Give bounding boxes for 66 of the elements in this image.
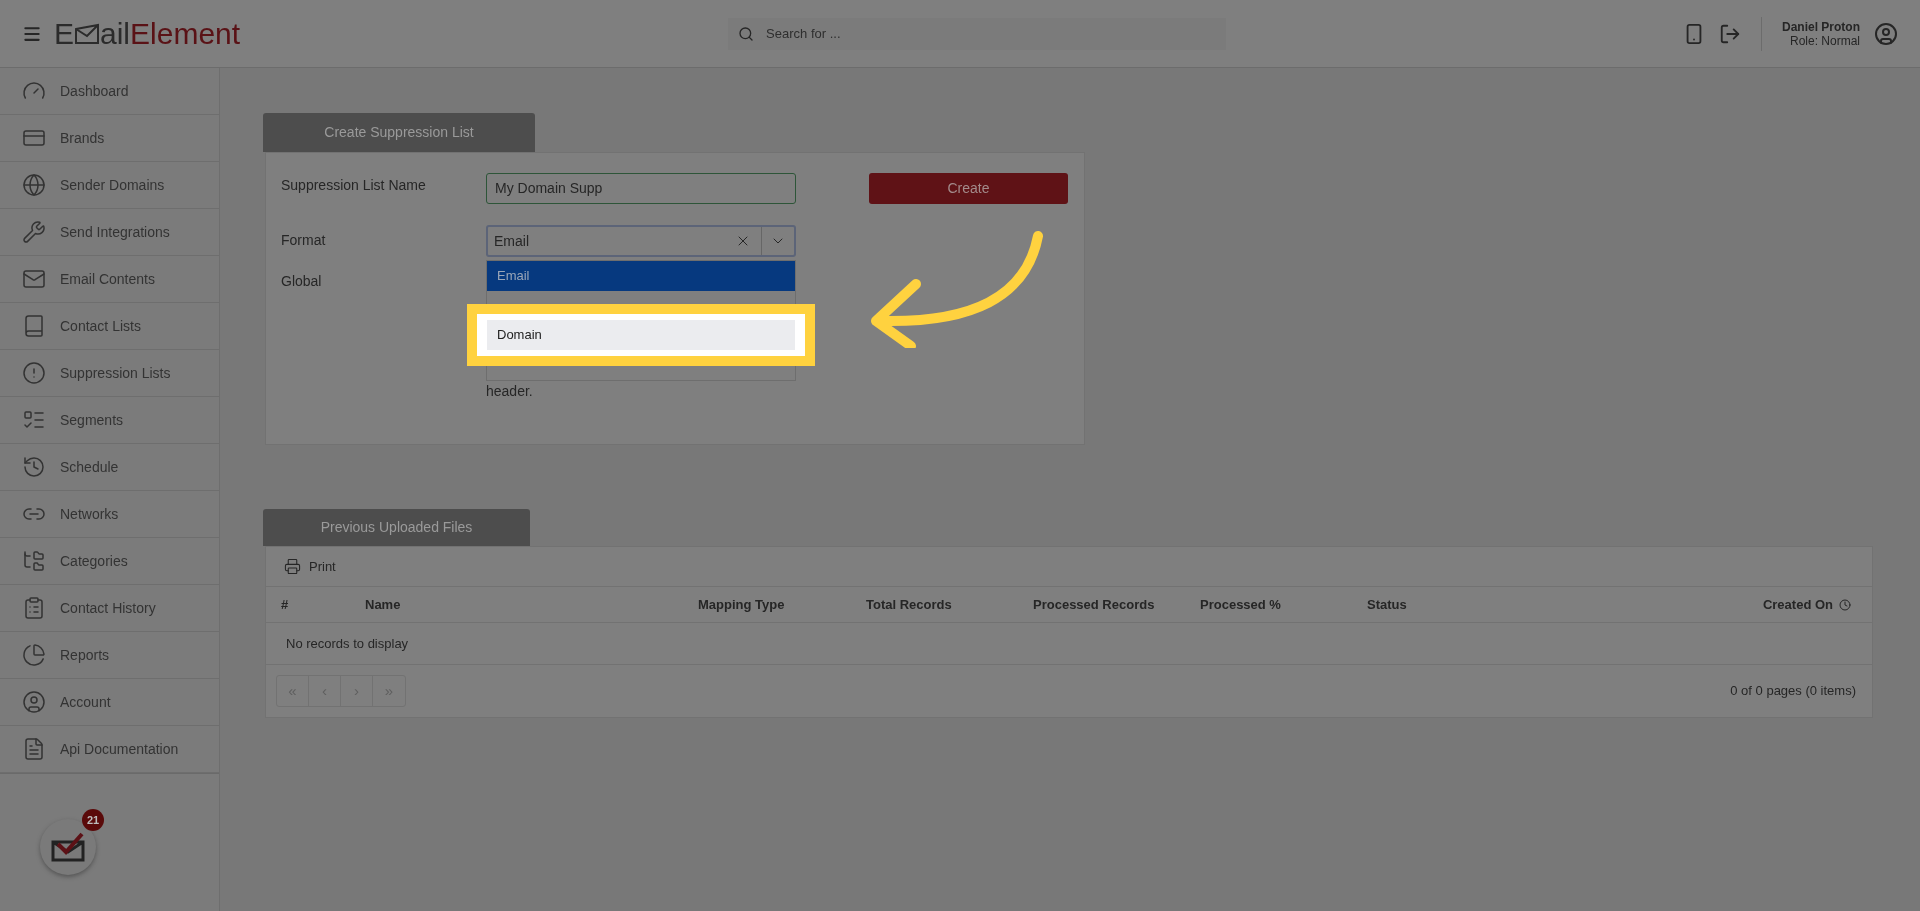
clock-icon <box>1839 598 1851 611</box>
empty-message: No records to display <box>286 634 409 653</box>
logo-text: E <box>54 18 74 49</box>
user-role: Role: Normal <box>1789 33 1860 48</box>
help-text: header. <box>486 382 533 401</box>
pager-button[interactable]: » <box>373 676 405 706</box>
envelope-check-icon <box>50 832 86 862</box>
envelope-icon <box>22 267 46 291</box>
sidebar-item[interactable]: Send Integrations <box>0 209 219 256</box>
field-label: Global <box>281 272 323 291</box>
column-header[interactable]: Status <box>1367 594 1534 615</box>
dropdown-option[interactable]: Email <box>487 261 795 291</box>
sidebar-item[interactable]: Contact History <box>0 585 219 632</box>
book-icon <box>22 314 46 338</box>
column-header[interactable]: # <box>281 594 365 615</box>
clock-icon <box>22 455 46 479</box>
format-select[interactable]: Email <box>486 225 796 257</box>
column-header[interactable]: Mapping Type <box>698 594 866 615</box>
sidebar-item[interactable]: Dashboard <box>0 68 219 115</box>
avatar-icon[interactable] <box>1874 21 1898 46</box>
clipboard-icon <box>22 596 46 620</box>
field-label: Format <box>281 231 327 250</box>
search-icon <box>738 25 755 42</box>
printer-icon <box>284 558 301 575</box>
sidebar-item[interactable]: Suppression Lists <box>0 350 219 397</box>
dropdown-option[interactable]: Domain <box>487 320 795 350</box>
field-label: Suppression List Name <box>281 176 427 195</box>
sidebar-item[interactable]: Segments <box>0 397 219 444</box>
sidebar-item[interactable]: Contact Lists <box>0 303 219 350</box>
envelope-logo-icon <box>74 22 100 45</box>
sidebar-item[interactable]: Brands <box>0 115 219 162</box>
sidebar-item[interactable]: Account <box>0 679 219 726</box>
tree-icon <box>22 549 46 573</box>
sidebar-item[interactable]: Reports <box>0 632 219 679</box>
create-button[interactable]: Create <box>869 173 1068 204</box>
logo-text: ail <box>100 18 131 49</box>
column-header[interactable]: Processed % <box>1200 594 1367 615</box>
logo-text: Element <box>130 18 241 49</box>
pager-button[interactable]: › <box>341 676 373 706</box>
page-info: 0 of 0 pages (0 items) <box>1730 682 1856 701</box>
sidebar-item[interactable]: Networks <box>0 491 219 538</box>
column-header[interactable]: Created On <box>1762 594 1833 615</box>
files-tab[interactable]: Previous Uploaded Files <box>263 509 530 546</box>
column-header[interactable]: Processed Records <box>1033 594 1200 615</box>
sidebar-item[interactable]: Categories <box>0 538 219 585</box>
form-tab[interactable]: Create Suppression List <box>263 113 535 152</box>
exit-icon[interactable] <box>1719 22 1741 45</box>
column-header[interactable]: Total Records <box>866 594 1033 615</box>
sidebar-item[interactable]: Email Contents <box>0 256 219 303</box>
pager-button[interactable]: « <box>277 676 309 706</box>
sidebar-item[interactable]: Schedule <box>0 444 219 491</box>
search-field[interactable]: Search for ... <box>728 17 1227 50</box>
user-name: Daniel Proton <box>1782 19 1860 34</box>
sidebar-item[interactable]: Api Documentation <box>0 726 219 773</box>
name-field[interactable]: My Domain Supp <box>486 173 796 204</box>
pie-chart-icon <box>22 643 46 667</box>
document-icon <box>22 737 46 761</box>
count-badge: 21 <box>82 809 104 831</box>
print-button[interactable]: Print <box>284 556 336 577</box>
pager-button[interactable]: ‹ <box>309 676 341 706</box>
user-icon <box>22 690 46 714</box>
globe-icon <box>22 173 46 197</box>
sidebar-item[interactable]: Sender Domains <box>0 162 219 209</box>
alert-icon <box>22 361 46 385</box>
column-header[interactable]: Name <box>365 594 698 615</box>
wrench-icon <box>22 220 46 244</box>
